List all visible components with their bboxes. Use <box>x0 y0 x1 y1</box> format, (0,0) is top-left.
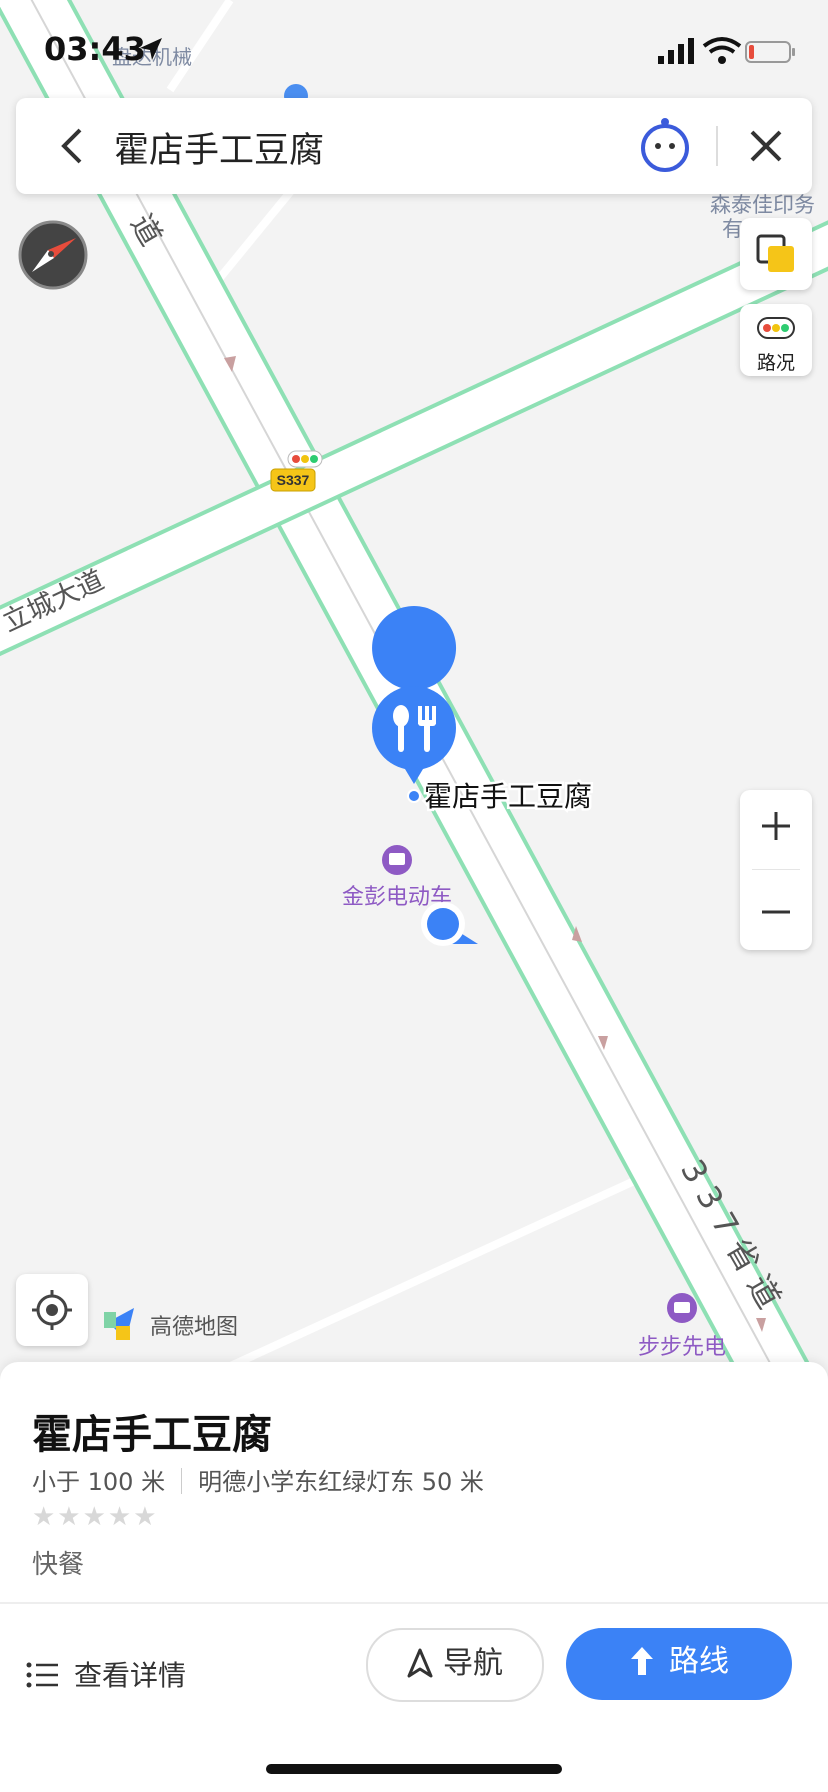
route-arrow-icon <box>631 1647 653 1675</box>
list-icon <box>26 1662 58 1688</box>
compass-icon[interactable] <box>18 220 88 290</box>
zoom-controls <box>740 790 812 950</box>
layers-icon <box>756 234 794 272</box>
location-arrow-icon <box>140 38 162 60</box>
place-title: 霍店手工豆腐 <box>32 1412 272 1458</box>
amap-brand-label: 高德地图 <box>150 1315 238 1340</box>
back-arrow-icon[interactable] <box>58 126 88 166</box>
place-meta: 小于 100 米 明德小学东红绿灯东 50 米 <box>32 1462 484 1497</box>
poi-label-store: 步步先电 <box>638 1335 726 1360</box>
route-button[interactable]: 路线 <box>566 1628 792 1700</box>
voice-assistant-icon[interactable] <box>636 116 694 174</box>
compass-button[interactable] <box>18 220 88 290</box>
crosshair-icon <box>32 1290 72 1330</box>
search-query[interactable]: 霍店手工豆腐 <box>114 122 324 173</box>
place-distance: 小于 100 米 <box>32 1468 166 1496</box>
route-label: 路线 <box>669 1644 729 1679</box>
home-indicator[interactable] <box>266 1764 562 1774</box>
place-detail-panel[interactable]: 霍店手工豆腐 小于 100 米 明德小学东红绿灯东 50 米 ★★★★★ 快餐 查… <box>0 1362 828 1792</box>
status-bar: 03:43 <box>0 0 828 100</box>
locate-me-button[interactable] <box>16 1274 88 1346</box>
view-details-label: 查看详情 <box>74 1659 187 1692</box>
zoom-out-icon[interactable] <box>756 892 796 932</box>
search-bar[interactable]: 霍店手工豆腐 <box>16 98 812 194</box>
status-icons <box>658 36 798 70</box>
signal-icon <box>658 38 694 64</box>
place-address: 明德小学东红绿灯东 50 米 <box>198 1468 484 1496</box>
status-time: 03:43 <box>44 30 146 68</box>
view-details-link[interactable]: 查看详情 <box>26 1654 186 1694</box>
selected-place-label: 霍店手工豆腐 <box>424 780 592 813</box>
wifi-icon <box>702 37 742 64</box>
panel-divider <box>0 1602 828 1604</box>
traffic-label: 路况 <box>756 352 795 374</box>
road-shield-label: S337 <box>277 472 310 488</box>
place-category: 快餐 <box>32 1550 85 1580</box>
navigate-button[interactable]: 导航 <box>366 1628 544 1702</box>
rating-stars: ★★★★★ <box>32 1502 159 1532</box>
navigation-arrow-icon <box>407 1648 433 1678</box>
traffic-light-icon <box>757 317 795 339</box>
zoom-divider <box>752 869 800 870</box>
battery-icon <box>745 41 795 63</box>
zoom-in-icon[interactable] <box>756 806 796 846</box>
poi-label-top-right: 森泰佳印务 <box>710 193 815 217</box>
traffic-toggle-button[interactable]: 路况 <box>740 304 812 376</box>
meta-divider <box>181 1468 183 1494</box>
navigate-label: 导航 <box>443 1646 503 1681</box>
close-icon[interactable] <box>746 126 786 166</box>
map-layers-button[interactable] <box>740 218 812 290</box>
search-divider <box>716 126 718 166</box>
